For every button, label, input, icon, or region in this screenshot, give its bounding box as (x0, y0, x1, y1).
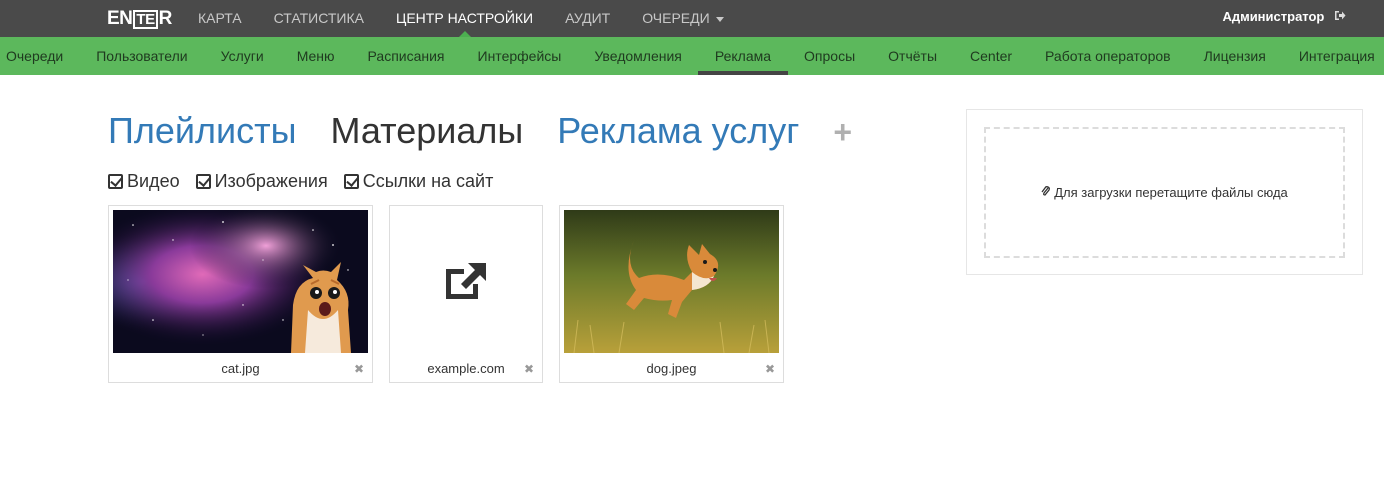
subnav-item-label: Меню (296, 48, 335, 64)
subnav-item-label: Отчёты (888, 48, 938, 64)
topnav-item-statistics[interactable]: СТАТИСТИКА (258, 0, 380, 37)
topnav-item-map[interactable]: КАРТА (182, 0, 258, 37)
material-card[interactable]: example.com ✖ (389, 205, 543, 383)
filter-links[interactable]: Ссылки на сайт (343, 171, 494, 192)
content-tabs: Плейлисты Материалы Реклама услуг + (108, 110, 852, 152)
subnav-item-label: Center (970, 48, 1013, 64)
subnav-item-label: Расписания (367, 48, 445, 64)
settings-subnav: Очереди Пользователи Услуги Меню Расписа… (0, 37, 1384, 75)
topnav-item-label: АУДИТ (565, 10, 611, 26)
material-name: example.com (427, 361, 505, 376)
subnav-item-menu[interactable]: Меню (280, 37, 351, 75)
topnav-item-settings-center[interactable]: ЦЕНТР НАСТРОЙКИ (380, 0, 549, 37)
filter-label: Изображения (214, 171, 328, 191)
checkbox-checked-icon[interactable] (195, 174, 211, 189)
subnav-item-center[interactable]: Center (954, 37, 1029, 75)
subnav-item-reports[interactable]: Отчёты (872, 37, 954, 75)
top-nav: КАРТА СТАТИСТИКА ЦЕНТР НАСТРОЙКИ АУДИТ О… (182, 0, 740, 37)
sign-out-icon[interactable] (1334, 0, 1346, 34)
logo-text-right: R (158, 8, 173, 29)
topnav-item-audit[interactable]: АУДИТ (549, 0, 626, 37)
material-name: cat.jpg (221, 361, 260, 376)
subnav-item-label: Услуги (220, 48, 264, 64)
filter-video[interactable]: Видео (108, 171, 180, 192)
material-card[interactable]: dog.jpeg ✖ (559, 205, 784, 383)
subnav-item-label: Интерфейсы (477, 48, 562, 64)
filter-label: Видео (127, 171, 180, 191)
caret-down-icon (715, 16, 724, 22)
paperclip-icon (1041, 185, 1051, 200)
subnav-item-label: Опросы (804, 48, 856, 64)
topnav-item-label: СТАТИСТИКА (273, 10, 364, 26)
subnav-item-label: Пользователи (96, 48, 188, 64)
subnav-item-label: Очереди (6, 48, 64, 64)
subnav-item-label: Реклама (714, 48, 772, 64)
subnav-item-surveys[interactable]: Опросы (788, 37, 872, 75)
remove-material-icon[interactable]: ✖ (354, 362, 364, 376)
subnav-item-label: Работа операторов (1045, 48, 1171, 64)
remove-material-icon[interactable]: ✖ (765, 362, 775, 376)
logo-text-left: EN (107, 8, 133, 29)
filter-images[interactable]: Изображения (195, 171, 328, 192)
subnav-item-users[interactable]: Пользователи (80, 37, 204, 75)
subnav-item-services[interactable]: Услуги (204, 37, 280, 75)
tab-materials[interactable]: Материалы (331, 110, 524, 152)
subnav-item-queues[interactable]: Очереди (0, 37, 80, 75)
subnav-item-advertising[interactable]: Реклама (698, 37, 788, 75)
subnav-item-operators-work[interactable]: Работа операторов (1029, 37, 1188, 75)
subnav-item-notifications[interactable]: Уведомления (578, 37, 699, 75)
material-card[interactable]: cat.jpg ✖ (108, 205, 373, 383)
topnav-item-label: КАРТА (198, 10, 242, 26)
top-bar: EN TE R КАРТА СТАТИСТИКА ЦЕНТР НАСТРОЙКИ А… (0, 0, 1384, 37)
material-thumbnail[interactable] (564, 210, 779, 353)
dropzone-text: Для загрузки перетащите файлы сюда (1054, 185, 1288, 200)
logo[interactable]: EN TE R (107, 8, 172, 30)
logo-text-box: TE (133, 9, 158, 29)
subnav-item-interfaces[interactable]: Интерфейсы (461, 37, 578, 75)
add-tab-button[interactable]: + (833, 114, 852, 151)
subnav-item-schedules[interactable]: Расписания (351, 37, 461, 75)
topnav-item-queues-dropdown[interactable]: ОЧЕРЕДИ (626, 0, 739, 37)
material-thumbnail[interactable] (394, 210, 538, 353)
external-link-icon (446, 262, 486, 299)
tab-playlists[interactable]: Плейлисты (108, 110, 297, 152)
user-name: Администратор (1222, 9, 1325, 24)
tab-service-ads[interactable]: Реклама услуг (557, 110, 799, 152)
topnav-item-label: ЦЕНТР НАСТРОЙКИ (395, 10, 534, 26)
subnav-item-label: Уведомления (594, 48, 682, 64)
remove-material-icon[interactable]: ✖ (524, 362, 534, 376)
upload-panel: Для загрузки перетащите файлы сюда (966, 109, 1363, 275)
topnav-item-label: ОЧЕРЕДИ (642, 10, 710, 26)
filter-label: Ссылки на сайт (362, 171, 494, 191)
subnav-item-label: Лицензия (1203, 48, 1266, 64)
user-menu[interactable]: Администратор (1222, 0, 1346, 34)
subnav-item-integration[interactable]: Интеграция (1282, 37, 1384, 75)
file-dropzone[interactable]: Для загрузки перетащите файлы сюда (984, 127, 1345, 258)
material-name: dog.jpeg (646, 361, 697, 376)
checkbox-checked-icon[interactable] (108, 174, 123, 189)
material-filters: Видео Изображения Ссылки на сайт (108, 171, 509, 192)
material-thumbnail[interactable] (113, 210, 368, 353)
checkbox-checked-icon[interactable] (343, 174, 359, 189)
subnav-item-license[interactable]: Лицензия (1187, 37, 1282, 75)
subnav-item-label: Интеграция (1298, 48, 1375, 64)
